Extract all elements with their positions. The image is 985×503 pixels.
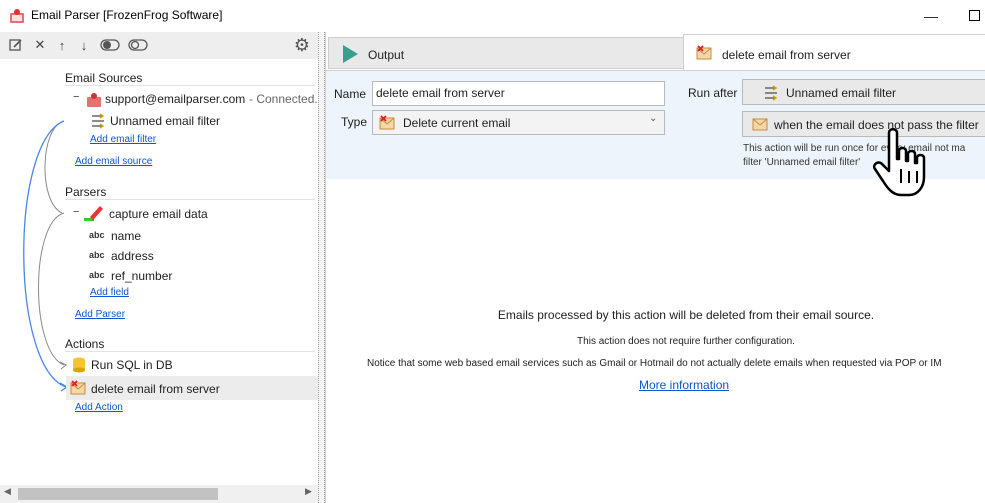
window-title: Email Parser [FrozenFrog Software] bbox=[31, 8, 223, 22]
horizontal-scrollbar[interactable]: ◀ ▶ bbox=[0, 485, 318, 503]
tab-delete-email-label: delete email from server bbox=[722, 48, 851, 62]
actions-heading: Actions bbox=[65, 337, 105, 351]
tab-delete-email[interactable]: delete email from server bbox=[683, 34, 985, 71]
text-field-icon: abc bbox=[89, 230, 105, 240]
envelope-icon bbox=[752, 118, 768, 131]
field-item[interactable]: address bbox=[111, 249, 154, 263]
email-filter-item[interactable]: Unnamed email filter bbox=[110, 114, 220, 128]
text-field-icon: abc bbox=[89, 250, 105, 260]
run-after-button[interactable]: Unnamed email filter bbox=[742, 79, 985, 105]
database-icon bbox=[73, 357, 85, 373]
section-divider bbox=[65, 199, 315, 200]
condition-button[interactable]: when the email does not pass the filter bbox=[742, 111, 985, 137]
add-parser-link[interactable]: Add Parser bbox=[75, 309, 125, 320]
add-field-link[interactable]: Add field bbox=[90, 287, 129, 298]
gear-icon[interactable]: ⚙ bbox=[293, 35, 311, 55]
maximize-button[interactable] bbox=[963, 6, 985, 26]
run-after-value: Unnamed email filter bbox=[786, 86, 897, 100]
scroll-left-icon[interactable]: ◀ bbox=[4, 486, 11, 497]
action-item-run-sql[interactable]: Run SQL in DB bbox=[91, 358, 173, 372]
delete-email-icon bbox=[379, 115, 395, 130]
connection-status: - Connected. bbox=[249, 92, 318, 106]
description-notice: Notice that some web based email service… bbox=[367, 358, 942, 369]
parser-icon bbox=[84, 206, 103, 221]
chevron-down-icon: ⌄ bbox=[649, 113, 658, 124]
email-source-icon bbox=[87, 93, 101, 107]
project-tree-panel: ✕ ↑ ↓ ⚙ Email Sources − support@emailpar… bbox=[0, 32, 318, 503]
text-field-icon: abc bbox=[89, 270, 105, 280]
condition-note: filter 'Unnamed email filter' bbox=[743, 157, 861, 168]
section-divider bbox=[65, 85, 315, 86]
section-divider bbox=[65, 351, 315, 352]
description-line: Emails processed by this action will be … bbox=[497, 308, 875, 322]
name-input[interactable]: delete email from server bbox=[372, 81, 665, 106]
collapse-toggle[interactable]: − bbox=[73, 91, 79, 103]
name-label: Name bbox=[334, 87, 367, 101]
action-item-delete-email[interactable]: delete email from server bbox=[91, 382, 220, 396]
add-email-source-link[interactable]: Add email source bbox=[75, 156, 152, 167]
type-select-value: Delete current email bbox=[403, 116, 511, 130]
scrollbar-thumb[interactable] bbox=[18, 488, 218, 500]
title-bar: Email Parser [FrozenFrog Software] — bbox=[0, 0, 985, 32]
tab-output-label: Output bbox=[368, 48, 405, 62]
parser-item[interactable]: capture email data bbox=[109, 207, 208, 221]
delete-email-icon bbox=[70, 380, 86, 395]
delete-email-icon bbox=[696, 45, 712, 60]
type-label: Type bbox=[341, 115, 368, 129]
filter-icon bbox=[92, 113, 105, 129]
tab-output[interactable]: Output bbox=[328, 37, 684, 69]
parsers-heading: Parsers bbox=[65, 185, 107, 199]
scroll-right-icon[interactable]: ▶ bbox=[305, 486, 312, 497]
add-email-filter-link[interactable]: Add email filter bbox=[90, 134, 156, 145]
action-editor-panel: Output delete email from server Name del… bbox=[325, 32, 985, 503]
run-after-label: Run after bbox=[688, 86, 738, 100]
play-icon bbox=[343, 45, 358, 63]
panel-splitter[interactable] bbox=[318, 32, 325, 503]
description-line: This action does not require further con… bbox=[577, 336, 795, 347]
add-action-link[interactable]: Add Action bbox=[75, 402, 123, 413]
type-select[interactable]: Delete current email ⌄ bbox=[372, 110, 665, 135]
more-information-link[interactable]: More information bbox=[639, 378, 729, 392]
connection-arrows bbox=[23, 120, 69, 392]
email-source-name[interactable]: support@emailparser.com bbox=[105, 92, 245, 106]
tab-strip: Output delete email from server bbox=[326, 32, 985, 71]
toggle-on-icon[interactable] bbox=[100, 38, 120, 52]
field-item[interactable]: name bbox=[111, 229, 141, 243]
filter-icon bbox=[765, 85, 778, 101]
hand-cursor-icon bbox=[873, 128, 926, 197]
collapse-toggle[interactable]: − bbox=[73, 206, 79, 218]
app-icon bbox=[10, 9, 24, 23]
minimize-button[interactable]: — bbox=[921, 6, 941, 26]
email-sources-heading: Email Sources bbox=[65, 71, 143, 85]
toggle-off-icon[interactable] bbox=[128, 38, 148, 52]
field-item[interactable]: ref_number bbox=[111, 269, 172, 283]
